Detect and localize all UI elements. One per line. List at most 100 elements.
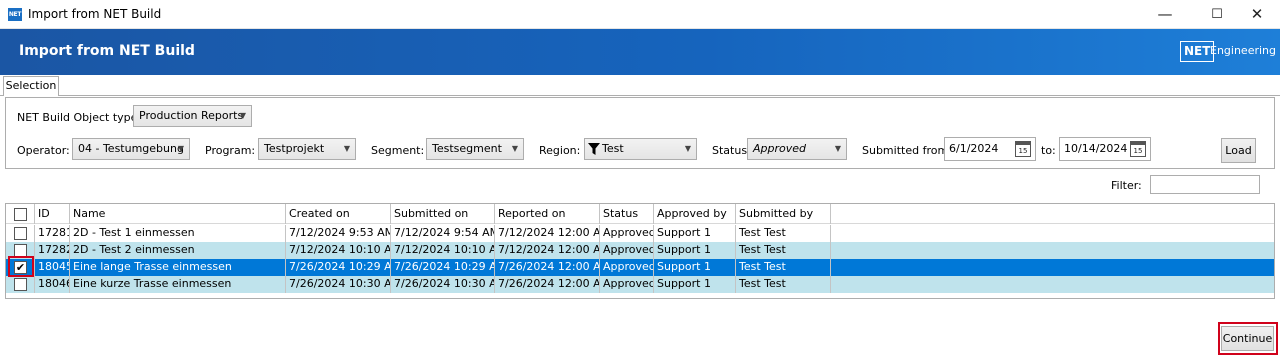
submitted-from-value: 6/1/2024 <box>949 142 999 155</box>
cell-status: Approved <box>600 259 654 276</box>
row-checkbox[interactable] <box>14 227 27 240</box>
close-button[interactable]: ✕ <box>1234 0 1280 29</box>
column-header-submitted-by[interactable]: Submitted by <box>736 204 831 224</box>
cell-status: Approved <box>600 276 654 293</box>
table-header: ID Name Created on Submitted on Reported… <box>6 204 1274 224</box>
cell-submitted-by: Test Test <box>736 242 831 259</box>
cell-reported: 7/12/2024 12:00 AM <box>495 225 600 242</box>
cell-reported: 7/12/2024 12:00 AM <box>495 242 600 259</box>
table-row[interactable]: 17281 2D - Test 1 einmessen 7/12/2024 9:… <box>6 225 1274 242</box>
cell-created: 7/12/2024 9:53 AM <box>286 225 391 242</box>
cell-created: 7/26/2024 10:29 AM <box>286 259 391 276</box>
cell-created: 7/26/2024 10:30 AM <box>286 276 391 293</box>
tab-selection[interactable]: Selection <box>3 76 59 96</box>
row-checkbox[interactable] <box>14 278 27 291</box>
filter-input[interactable] <box>1150 175 1260 194</box>
select-all-cell <box>6 204 35 224</box>
column-header-approved-by[interactable]: Approved by <box>654 204 736 224</box>
continue-highlight <box>1218 322 1278 355</box>
cell-status: Approved <box>600 225 654 242</box>
cell-name: 2D - Test 1 einmessen <box>70 225 286 242</box>
chevron-down-icon: ▼ <box>343 144 350 153</box>
status-value: Approved <box>753 142 807 155</box>
cell-created: 7/12/2024 10:10 AM <box>286 242 391 259</box>
status-dropdown[interactable]: Approved ▼ <box>747 138 847 160</box>
program-value: Testprojekt <box>264 142 325 155</box>
column-header-id[interactable]: ID <box>35 204 70 224</box>
submitted-from-date[interactable]: 6/1/2024 15 <box>944 137 1036 161</box>
logo-text: Engineering <box>1210 44 1276 57</box>
chevron-down-icon: ▼ <box>511 144 518 153</box>
program-dropdown[interactable]: Testprojekt ▼ <box>258 138 356 160</box>
reports-table: ID Name Created on Submitted on Reported… <box>5 203 1275 299</box>
cell-approved-by: Support 1 <box>654 276 736 293</box>
region-label: Region: <box>539 144 581 157</box>
submitted-to-date[interactable]: 10/14/2024 15 <box>1059 137 1151 161</box>
cell-submitted: 7/12/2024 10:10 AM <box>391 242 495 259</box>
cell-reported: 7/26/2024 12:00 AM <box>495 259 600 276</box>
cell-approved-by: Support 1 <box>654 259 736 276</box>
filter-icon <box>588 143 600 155</box>
column-header-created[interactable]: Created on <box>286 204 391 224</box>
cell-id: 17281 <box>35 225 70 242</box>
region-value: Test <box>602 142 624 155</box>
chevron-down-icon: ▼ <box>177 144 184 153</box>
column-header-reported[interactable]: Reported on <box>495 204 600 224</box>
select-all-checkbox[interactable] <box>14 208 27 221</box>
cell-id: 17282 <box>35 242 70 259</box>
minimize-button[interactable]: — <box>1142 0 1188 29</box>
row-select-cell <box>6 225 35 242</box>
checkbox-highlight <box>8 256 34 277</box>
submitted-to-value: 10/14/2024 <box>1064 142 1128 155</box>
cell-submitted-by: Test Test <box>736 276 831 293</box>
submitted-from-label: Submitted from: <box>862 144 952 157</box>
table-row[interactable]: 18046 Eine kurze Trasse einmessen 7/26/2… <box>6 276 1274 293</box>
tab-divider <box>0 95 1280 96</box>
program-label: Program: <box>205 144 256 157</box>
banner-title: Import from NET Build <box>19 43 195 59</box>
segment-label: Segment: <box>371 144 425 157</box>
status-label: Status: <box>712 144 751 157</box>
cell-submitted: 7/26/2024 10:29 AM <box>391 259 495 276</box>
cell-approved-by: Support 1 <box>654 242 736 259</box>
header-banner: Import from NET Build NET Engineering <box>0 29 1280 75</box>
segment-value: Testsegment <box>432 142 502 155</box>
operator-label: Operator: <box>17 144 70 157</box>
cell-id: 18045 <box>35 259 70 276</box>
operator-dropdown[interactable]: 04 - Testumgebung ▼ <box>72 138 190 160</box>
calendar-icon[interactable]: 15 <box>1130 141 1146 157</box>
cell-submitted-by: Test Test <box>736 259 831 276</box>
cell-submitted: 7/12/2024 9:54 AM <box>391 225 495 242</box>
cell-submitted-by: Test Test <box>736 225 831 242</box>
operator-value: 04 - Testumgebung <box>78 142 184 155</box>
window-title: Import from NET Build <box>28 7 162 21</box>
filter-label: Filter: <box>1111 179 1142 192</box>
chevron-down-icon: ▼ <box>684 144 691 153</box>
cell-submitted: 7/26/2024 10:30 AM <box>391 276 495 293</box>
cell-name: Eine lange Trasse einmessen <box>70 259 286 276</box>
load-button[interactable]: Load <box>1221 138 1256 163</box>
calendar-icon[interactable]: 15 <box>1015 141 1031 157</box>
column-header-status[interactable]: Status <box>600 204 654 224</box>
chevron-down-icon: ▼ <box>239 111 246 120</box>
cell-name: Eine kurze Trasse einmessen <box>70 276 286 293</box>
selection-panel: NET Build Object type: Production Report… <box>5 97 1275 169</box>
column-header-name[interactable]: Name <box>70 204 286 224</box>
cell-name: 2D - Test 2 einmessen <box>70 242 286 259</box>
table-row[interactable]: ✔ 18045 Eine lange Trasse einmessen 7/26… <box>6 259 1274 276</box>
cell-approved-by: Support 1 <box>654 225 736 242</box>
app-icon: NET <box>8 8 22 21</box>
table-row[interactable]: 17282 2D - Test 2 einmessen 7/12/2024 10… <box>6 242 1274 259</box>
object-type-dropdown[interactable]: Production Reports ▼ <box>133 105 252 127</box>
row-select-cell <box>6 276 35 293</box>
region-dropdown[interactable]: Test ▼ <box>584 138 697 160</box>
column-header-submitted[interactable]: Submitted on <box>391 204 495 224</box>
cell-status: Approved <box>600 242 654 259</box>
to-label: to: <box>1041 144 1056 157</box>
cell-reported: 7/26/2024 12:00 AM <box>495 276 600 293</box>
window-titlebar: NET Import from NET Build — ☐ ✕ <box>0 0 1280 29</box>
cell-id: 18046 <box>35 276 70 293</box>
object-type-label: NET Build Object type: <box>17 111 142 124</box>
segment-dropdown[interactable]: Testsegment ▼ <box>426 138 524 160</box>
chevron-down-icon: ▼ <box>834 144 841 153</box>
